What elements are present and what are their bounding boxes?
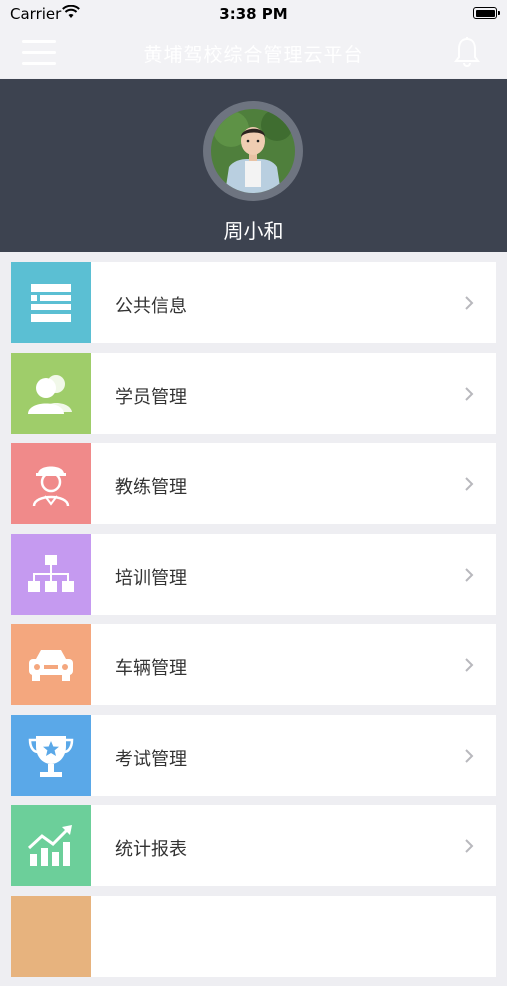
menu-item-label: 培训管理 (115, 567, 187, 589)
partial-item-icon (11, 895, 91, 977)
menu-item-vehicles[interactable]: 车辆管理 (11, 624, 496, 705)
public-info-icon (11, 262, 91, 343)
menu-item-partial[interactable] (11, 895, 496, 977)
chevron-right-icon (465, 839, 474, 853)
menu-item-label: 车辆管理 (115, 658, 187, 679)
students-icon (11, 352, 91, 434)
menu-list: 公共信息 学员管理 教练管理 培训管理 车辆管理 考试管理 统计报表 (11, 262, 496, 986)
car-icon (11, 624, 91, 705)
trophy-icon (11, 714, 91, 796)
menu-item-students[interactable]: 学员管理 (11, 352, 496, 434)
menu-item-coaches[interactable]: 教练管理 (11, 443, 496, 524)
nav-bar: 黄埔驾校综合管理云平台 (0, 28, 507, 78)
chevron-right-icon (465, 748, 474, 763)
menu-item-statistics[interactable]: 统计报表 (11, 805, 496, 886)
menu-item-training[interactable]: 培训管理 (11, 533, 496, 615)
battery-icon (473, 7, 500, 19)
clock: 3:38 PM (219, 5, 288, 23)
menu-item-label: 考试管理 (115, 748, 187, 770)
menu-item-exams[interactable]: 考试管理 (11, 714, 496, 796)
menu-item-label: 教练管理 (115, 477, 187, 498)
chevron-right-icon (465, 386, 474, 401)
page-title: 黄埔驾校综合管理云平台 (143, 44, 364, 66)
chevron-right-icon (465, 567, 474, 582)
status-bar: Carrier 3:38 PM (0, 0, 507, 28)
avatar-photo (211, 109, 295, 193)
menu-item-label: 学员管理 (115, 386, 187, 408)
bar-chart-icon (11, 805, 91, 886)
bell-icon[interactable] (453, 36, 481, 68)
chevron-right-icon (465, 296, 474, 310)
chevron-right-icon (465, 477, 474, 491)
training-hierarchy-icon (11, 533, 91, 615)
chevron-right-icon (465, 658, 474, 672)
coach-icon (11, 443, 91, 524)
avatar[interactable] (203, 101, 303, 201)
profile-header: 周小和 (0, 79, 507, 252)
menu-item-label: 统计报表 (115, 839, 187, 860)
menu-item-label: 公共信息 (115, 296, 187, 317)
menu-item-public-info[interactable]: 公共信息 (11, 262, 496, 343)
user-name: 周小和 (223, 219, 284, 243)
